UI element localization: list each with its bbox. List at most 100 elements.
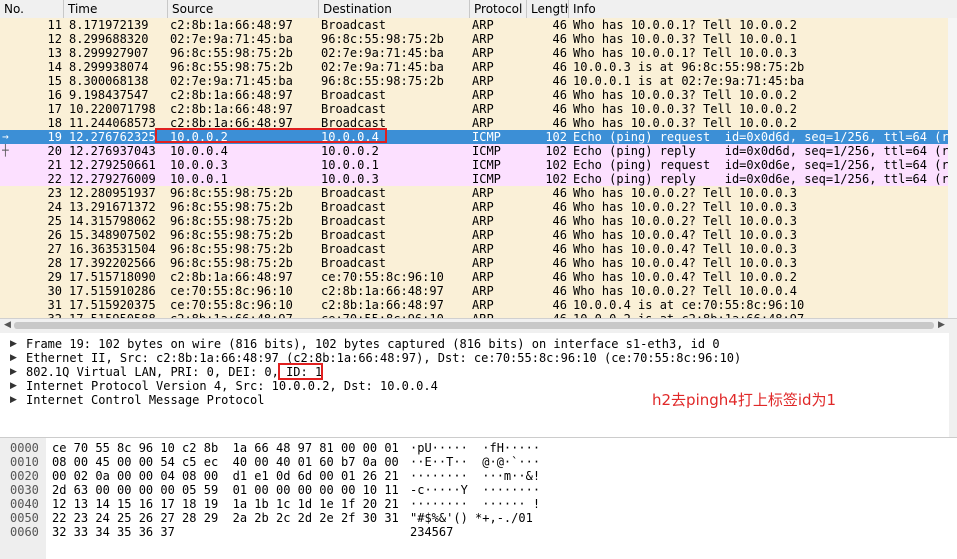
column-header-time[interactable]: Time bbox=[64, 0, 168, 18]
cell-src: 02:7e:9a:71:45:ba bbox=[170, 32, 293, 46]
cell-len: 46 bbox=[552, 18, 567, 32]
bytes-hex[interactable]: 12 13 14 15 16 17 18 19 1a 1b 1c 1d 1e 1… bbox=[52, 497, 399, 511]
table-row[interactable]: 22 12.279276009 10.0.0.1 10.0.0.3 ICMP 102 Ech… bbox=[0, 172, 949, 186]
scroll-right-icon[interactable]: ▶ bbox=[938, 320, 945, 330]
bytes-hex[interactable]: 22 23 24 25 26 27 28 29 2a 2b 2c 2d 2e 2… bbox=[52, 511, 399, 525]
bytes-ascii[interactable]: -c·····Y ········ bbox=[410, 483, 540, 497]
cell-time: 8.171972139 bbox=[69, 18, 149, 32]
bytes-hex[interactable]: 32 33 34 35 36 37 bbox=[52, 525, 175, 539]
bytes-hex[interactable]: 08 00 45 00 00 54 c5 ec 40 00 40 01 60 b… bbox=[52, 455, 399, 469]
cell-src: 96:8c:55:98:75:2b bbox=[170, 242, 293, 256]
cell-dst: Broadcast bbox=[321, 18, 387, 32]
table-row[interactable]: 12 8.299688320 02:7e:9a:71:45:ba 96:8c:55:9… bbox=[0, 32, 948, 46]
table-row[interactable]: 11 8.171972139 c2:8b:1a:66:48:97 Broadcast A… bbox=[0, 18, 948, 32]
column-header-no[interactable]: No. bbox=[0, 0, 64, 18]
cell-proto: ARP bbox=[472, 228, 494, 242]
expand-triangle-icon[interactable]: ▶ bbox=[10, 351, 17, 365]
detail-row-ethernet[interactable]: ▶ Ethernet II, Src: c2:8b:1a:66:48:97 (c2… bbox=[0, 351, 940, 365]
table-row[interactable]: 24 13.291671372 96:8c:55:98:75:2b Broadcast… bbox=[0, 200, 948, 214]
bytes-ascii[interactable]: ········ ···m··&! bbox=[410, 469, 540, 483]
detail-row-vlan[interactable]: ▶ 802.1Q Virtual LAN, PRI: 0, DEI: 0, ID:… bbox=[0, 365, 940, 379]
cell-no: 12 bbox=[47, 32, 62, 46]
table-row[interactable]: 23 12.280951937 96:8c:55:98:75:2b Broadcast… bbox=[0, 186, 948, 200]
cell-no: 23 bbox=[47, 186, 62, 200]
packet-list-vertical-scrollbar[interactable] bbox=[948, 18, 957, 318]
table-row[interactable]: 25 14.315798062 96:8c:55:98:75:2b Broadcast… bbox=[0, 214, 948, 228]
cell-dst: Broadcast bbox=[321, 214, 387, 228]
cell-info: Who has 10.0.0.3? Tell 10.0.0.2 bbox=[573, 102, 797, 116]
table-row[interactable]: 31 17.515920375 ce:70:55:8c:96:10 c2:8b:1a:… bbox=[0, 298, 948, 312]
cell-no: 14 bbox=[47, 60, 62, 74]
table-row[interactable]: 16 9.198437547 c2:8b:1a:66:48:97 Broadcast A… bbox=[0, 88, 948, 102]
table-row[interactable]: 29 17.515718090 c2:8b:1a:66:48:97 ce:70:55:… bbox=[0, 270, 948, 284]
cell-time: 8.299688320 bbox=[69, 32, 149, 46]
cell-src: c2:8b:1a:66:48:97 bbox=[170, 18, 293, 32]
cell-info: Who has 10.0.0.2? Tell 10.0.0.3 bbox=[573, 214, 797, 228]
column-header-info[interactable]: Info bbox=[569, 0, 957, 18]
cell-no: 20 bbox=[47, 144, 62, 158]
table-row[interactable]: ┼ 20 12.276937043 10.0.0.4 10.0.0.2 ICMP 102 Ec… bbox=[0, 144, 949, 158]
cell-info: Who has 10.0.0.4? Tell 10.0.0.3 bbox=[573, 228, 797, 242]
table-row[interactable]: 18 11.244068573 c2:8b:1a:66:48:97 Broadcast… bbox=[0, 116, 948, 130]
cell-no: 19 bbox=[47, 130, 62, 144]
detail-row-frame[interactable]: ▶ Frame 19: 102 bytes on wire (816 bits),… bbox=[0, 337, 940, 351]
table-row[interactable]: 28 17.392202566 96:8c:55:98:75:2b Broadcast… bbox=[0, 256, 948, 270]
cell-proto: ARP bbox=[472, 32, 494, 46]
cell-time: 17.515718090 bbox=[69, 270, 156, 284]
packet-rows: 11 8.171972139 c2:8b:1a:66:48:97 Broadcast A… bbox=[0, 18, 949, 318]
bytes-ascii[interactable]: "#$%&'() *+,-./01 bbox=[410, 511, 533, 525]
bytes-hex[interactable]: 00 02 0a 00 00 04 08 00 d1 e1 0d 6d 00 0… bbox=[52, 469, 399, 483]
table-row[interactable]: 27 16.363531504 96:8c:55:98:75:2b Broadcast… bbox=[0, 242, 948, 256]
cell-proto: ARP bbox=[472, 214, 494, 228]
bytes-off: 0040 bbox=[10, 497, 39, 511]
column-header-protocol[interactable]: Protocol bbox=[470, 0, 527, 18]
cell-proto: ARP bbox=[472, 46, 494, 60]
table-row[interactable]: 30 17.515910286 ce:70:55:8c:96:10 c2:8b:1a:… bbox=[0, 284, 948, 298]
bytes-ascii[interactable]: ·pU····· ·fH····· bbox=[410, 441, 540, 455]
cell-info: 10.0.0.1 is at 02:7e:9a:71:45:ba bbox=[573, 74, 805, 88]
cell-no: 28 bbox=[47, 256, 62, 270]
expand-triangle-icon[interactable]: ▶ bbox=[10, 337, 17, 351]
table-row[interactable]: 14 8.299938074 96:8c:55:98:75:2b 02:7e:9a:7… bbox=[0, 60, 948, 74]
details-scrollbar[interactable] bbox=[949, 333, 957, 437]
cell-dst: Broadcast bbox=[321, 200, 387, 214]
cell-len: 46 bbox=[552, 116, 567, 130]
cell-no: 31 bbox=[47, 298, 62, 312]
table-row[interactable]: 21 12.279250661 10.0.0.3 10.0.0.1 ICMP 102 Ech… bbox=[0, 158, 949, 172]
column-header-destination[interactable]: Destination bbox=[319, 0, 470, 18]
packet-list[interactable]: No. Time Source Destination Protocol Len… bbox=[0, 0, 957, 318]
scroll-thumb[interactable] bbox=[14, 322, 934, 329]
cell-time: 12.276762325 bbox=[69, 130, 156, 144]
cell-time: 12.279276009 bbox=[69, 172, 156, 186]
table-row[interactable]: 17 10.220071798 c2:8b:1a:66:48:97 Broadcast… bbox=[0, 102, 948, 116]
cell-proto: ARP bbox=[472, 284, 494, 298]
scroll-left-icon[interactable]: ◀ bbox=[4, 320, 11, 330]
cell-proto: ARP bbox=[472, 270, 494, 284]
annotation-note: h2去pingh4打上标签id为1 bbox=[652, 391, 837, 409]
table-row[interactable]: 15 8.300068138 02:7e:9a:71:45:ba 96:8c:55:9… bbox=[0, 74, 948, 88]
cell-src: 02:7e:9a:71:45:ba bbox=[170, 74, 293, 88]
cell-no: 13 bbox=[47, 46, 62, 60]
column-header-length[interactable]: Length bbox=[527, 0, 569, 18]
cell-len: 46 bbox=[552, 102, 567, 116]
bytes-ascii[interactable]: ··E··T·· @·@·`··· bbox=[410, 455, 540, 469]
cell-proto: ICMP bbox=[472, 172, 501, 186]
table-row[interactable]: 26 15.348907502 96:8c:55:98:75:2b Broadcast… bbox=[0, 228, 948, 242]
column-header-source[interactable]: Source bbox=[168, 0, 319, 18]
bytes-hex[interactable]: 2d 63 00 00 00 00 05 59 01 00 00 00 00 0… bbox=[52, 483, 399, 497]
cell-no: 11 bbox=[47, 18, 62, 32]
bytes-ascii[interactable]: ········ ······ ! bbox=[410, 497, 540, 511]
cell-info: Echo (ping) request id=0x0d6d, seq=1/256… bbox=[573, 130, 949, 144]
expand-triangle-icon[interactable]: ▶ bbox=[10, 393, 17, 407]
table-row[interactable]: → 19 12.276762325 10.0.0.2 10.0.0.4 ICMP 102 Ec… bbox=[0, 130, 949, 144]
bytes-hex[interactable]: ce 70 55 8c 96 10 c2 8b 1a 66 48 97 81 0… bbox=[52, 441, 399, 455]
cell-len: 46 bbox=[552, 74, 567, 88]
cell-len: 46 bbox=[552, 228, 567, 242]
cell-dst: c2:8b:1a:66:48:97 bbox=[321, 298, 444, 312]
cell-no: 17 bbox=[47, 102, 62, 116]
expand-triangle-icon[interactable]: ▶ bbox=[10, 365, 17, 379]
bytes-ascii[interactable]: 234567 bbox=[410, 525, 453, 539]
packet-list-horizontal-scrollbar[interactable]: ◀ ▶ bbox=[0, 318, 957, 334]
expand-triangle-icon[interactable]: ▶ bbox=[10, 379, 17, 393]
table-row[interactable]: 13 8.299927907 96:8c:55:98:75:2b 02:7e:9a:7… bbox=[0, 46, 948, 60]
